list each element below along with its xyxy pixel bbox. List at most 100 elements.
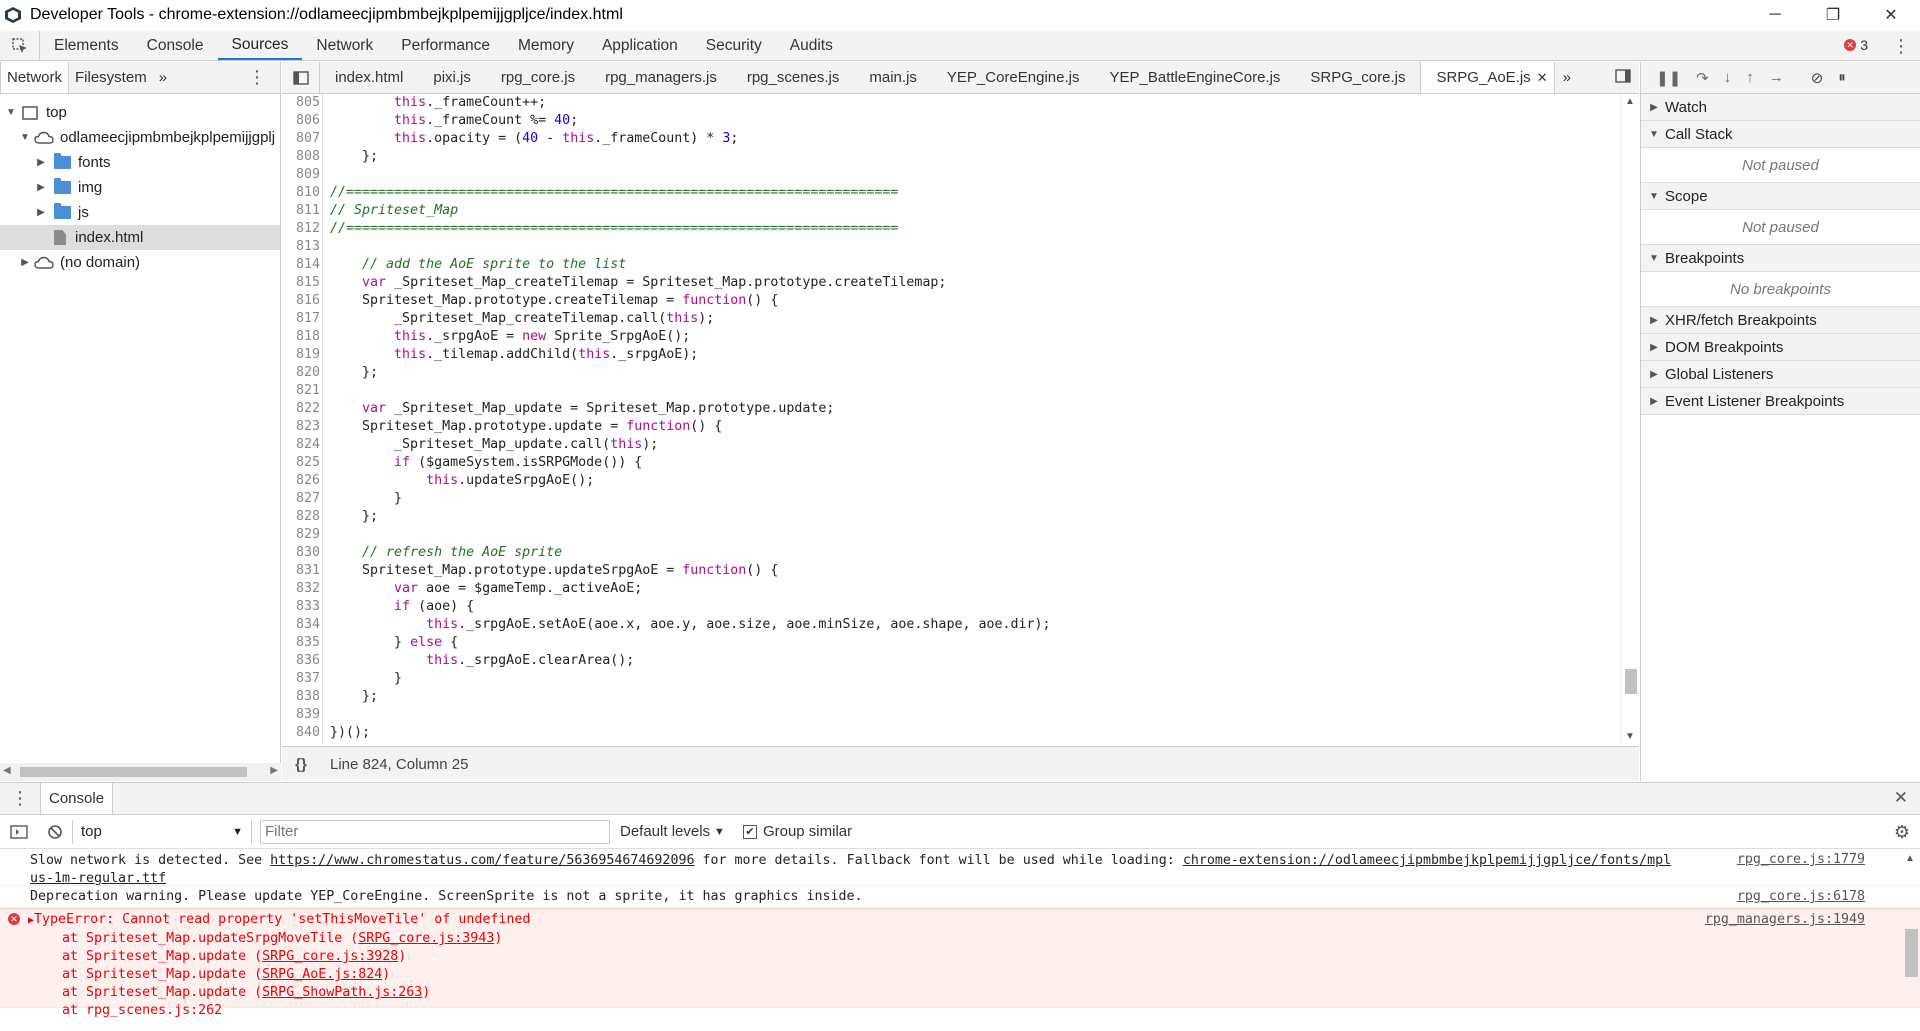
step-icon[interactable]: → (1769, 69, 1784, 86)
stack-frame-link[interactable]: SRPG_core.js:3928 (262, 949, 398, 964)
group-similar-checkbox[interactable]: ✔ Group similar (742, 823, 852, 840)
message-link[interactable]: chrome-extension://odlameecjipmbmbejkplp… (1183, 853, 1671, 868)
message-link[interactable]: us-1m-regular.ttf (30, 871, 166, 886)
scroll-up-icon[interactable]: ▲ (1905, 853, 1915, 864)
show-console-sidebar-button[interactable] (0, 824, 38, 839)
code-line[interactable]: 831 Spriteset_Map.prototype.updateSrpgAo… (282, 562, 1620, 580)
code-line[interactable]: 840})(); (282, 724, 1620, 742)
line-number[interactable]: 839 (282, 706, 322, 724)
tab-performance[interactable]: Performance (387, 31, 504, 60)
code-line[interactable]: 822 var _Spriteset_Map_update = Spritese… (282, 400, 1620, 418)
deactivate-breakpoints-icon[interactable]: ⊘ (1811, 69, 1824, 87)
tab-audits[interactable]: Audits (776, 31, 847, 60)
code-line[interactable]: 805 this._frameCount++; (282, 94, 1620, 112)
code-line[interactable]: 815 var _Spriteset_Map_createTilemap = S… (282, 274, 1620, 292)
line-number[interactable]: 816 (282, 292, 322, 310)
line-number[interactable]: 807 (282, 130, 322, 148)
code-line[interactable]: 807 this.opacity = (40 - this._frameCoun… (282, 130, 1620, 148)
line-number[interactable]: 824 (282, 436, 322, 454)
code-area[interactable]: 805 this._frameCount++; 806 this._frameCo… (282, 94, 1620, 744)
file-tab-pixi[interactable]: pixi.js (418, 62, 486, 93)
toggle-navigator-button[interactable] (282, 62, 320, 93)
nav-tab-filesystem[interactable]: Filesystem (69, 62, 153, 93)
line-number[interactable]: 813 (282, 238, 322, 256)
drawer-tab-console[interactable]: Console (40, 783, 114, 814)
console-settings-gear-icon[interactable]: ⚙ (1894, 822, 1910, 843)
code-line[interactable]: 821 (282, 382, 1620, 400)
file-tab-srpg-aoe[interactable]: SRPG_AoE.js ✕ (1420, 62, 1555, 93)
line-number[interactable]: 835 (282, 634, 322, 652)
scrollbar-thumb[interactable] (1905, 929, 1918, 977)
line-number[interactable]: 818 (282, 328, 322, 346)
line-number[interactable]: 815 (282, 274, 322, 292)
scrollbar-thumb[interactable] (20, 767, 247, 777)
code-line[interactable]: 817 _Spriteset_Map_createTilemap.call(th… (282, 310, 1620, 328)
code-line[interactable]: 823 Spriteset_Map.prototype.update = fun… (282, 418, 1620, 436)
tree-item-origin[interactable]: ▼ odlameecjipmbmbejkplpemijjgplj (0, 125, 280, 150)
code-line[interactable]: 835 } else { (282, 634, 1620, 652)
code-line[interactable]: 838 }; (282, 688, 1620, 706)
code-line[interactable]: 816 Spriteset_Map.prototype.createTilema… (282, 292, 1620, 310)
line-number[interactable]: 829 (282, 526, 322, 544)
tab-console[interactable]: Console (133, 31, 218, 60)
tab-elements[interactable]: Elements (40, 31, 133, 60)
close-drawer-icon[interactable]: ✕ (1894, 788, 1908, 808)
scroll-down-icon[interactable]: ▼ (1625, 731, 1635, 742)
context-selector[interactable]: top ▼ (72, 819, 252, 844)
file-tab-rpg-core[interactable]: rpg_core.js (486, 62, 590, 93)
line-number[interactable]: 810 (282, 184, 322, 202)
file-tab-yep-coreengine[interactable]: YEP_CoreEngine.js (932, 62, 1095, 93)
more-options-icon[interactable]: ⋮ (1892, 36, 1910, 57)
message-source-link[interactable]: rpg_core.js:6178 (1737, 889, 1865, 904)
toggle-debugger-button[interactable] (1615, 69, 1631, 87)
debugger-section-header[interactable]: ▼ Breakpoints (1641, 245, 1920, 272)
scrollbar-thumb[interactable] (1625, 669, 1637, 694)
tree-item-top[interactable]: ▼ top (0, 100, 280, 125)
console-message-error[interactable]: ✕ ▶TypeError: Cannot read property 'setT… (0, 908, 1920, 1018)
code-line[interactable]: 833 if (aoe) { (282, 598, 1620, 616)
editor-vertical-scrollbar[interactable]: ▲ ▼ (1620, 94, 1639, 744)
message-source-link[interactable]: rpg_core.js:1779 (1737, 852, 1865, 867)
file-tab-rpg-managers[interactable]: rpg_managers.js (590, 62, 732, 93)
console-vertical-scrollbar[interactable]: ▲ (1901, 849, 1920, 1031)
debugger-section-header[interactable]: ▶ XHR/fetch Breakpoints (1641, 307, 1920, 334)
code-line[interactable]: 834 this._srpgAoE.setAoE(aoe.x, aoe.y, a… (282, 616, 1620, 634)
code-line[interactable]: 820 }; (282, 364, 1620, 382)
error-count-badge[interactable]: ✕ 3 (1844, 37, 1868, 53)
scroll-left-icon[interactable]: ◀ (3, 765, 11, 776)
code-line[interactable]: 829 (282, 526, 1620, 544)
line-number[interactable]: 811 (282, 202, 322, 220)
code-line[interactable]: 826 this.updateSrpgAoE(); (282, 472, 1620, 490)
line-number[interactable]: 822 (282, 400, 322, 418)
line-number[interactable]: 821 (282, 382, 322, 400)
step-into-icon[interactable]: ↓ (1724, 69, 1732, 86)
line-number[interactable]: 837 (282, 670, 322, 688)
minimize-button[interactable]: ─ (1746, 0, 1804, 30)
code-line[interactable]: 832 var aoe = $gameTemp._activeAoE; (282, 580, 1620, 598)
pause-icon[interactable]: ❚❚ (1656, 69, 1681, 87)
inspect-element-button[interactable] (0, 31, 40, 60)
more-tabs-icon[interactable]: » (153, 62, 173, 93)
message-source-link[interactable]: rpg_managers.js:1949 (1705, 912, 1865, 927)
code-line[interactable]: 814 // add the AoE sprite to the list (282, 256, 1620, 274)
clear-console-button[interactable] (38, 824, 72, 840)
line-number[interactable]: 808 (282, 148, 322, 166)
tree-item-no-domain[interactable]: ▶ (no domain) (0, 250, 280, 275)
debugger-section-header[interactable]: ▶ DOM Breakpoints (1641, 334, 1920, 361)
line-number[interactable]: 806 (282, 112, 322, 130)
line-number[interactable]: 838 (282, 688, 322, 706)
log-levels-dropdown[interactable]: Default levels ▼ (620, 823, 725, 840)
line-number[interactable]: 825 (282, 454, 322, 472)
code-line[interactable]: 806 this._frameCount %= 40; (282, 112, 1620, 130)
code-line[interactable]: 830 // refresh the AoE sprite (282, 544, 1620, 562)
step-out-icon[interactable]: ↑ (1746, 69, 1754, 86)
maximize-button[interactable]: ❐ (1804, 0, 1862, 30)
code-line[interactable]: 810 //===================================… (282, 184, 1620, 202)
line-number[interactable]: 840 (282, 724, 322, 742)
line-number[interactable]: 830 (282, 544, 322, 562)
pretty-print-icon[interactable]: {} (282, 756, 320, 773)
close-window-button[interactable]: ✕ (1862, 0, 1920, 30)
drawer-menu-icon[interactable]: ⋮ (0, 783, 40, 814)
code-line[interactable]: 839 (282, 706, 1620, 724)
close-tab-icon[interactable]: ✕ (1537, 70, 1548, 86)
